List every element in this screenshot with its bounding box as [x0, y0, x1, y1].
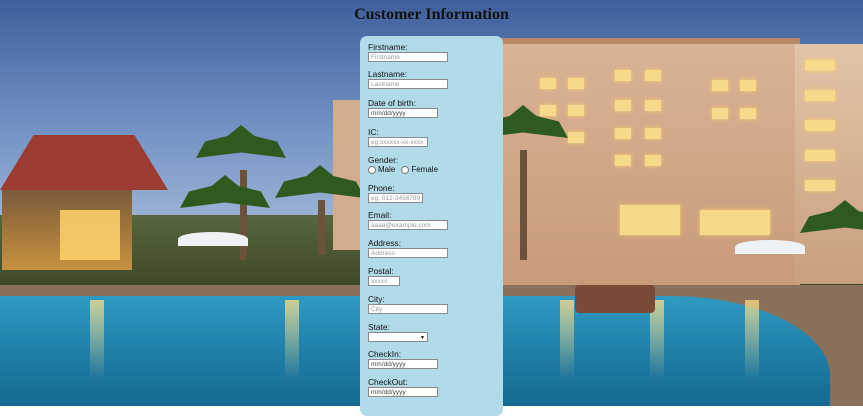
firstname-input[interactable]: [368, 52, 448, 62]
checkout-field: CheckOut:: [368, 377, 438, 397]
firstname-field: Firstname:: [368, 42, 448, 62]
page-title: Customer Information: [354, 6, 509, 23]
ic-field: IC:: [368, 127, 428, 147]
umbrella: [178, 232, 248, 246]
hotel-window: [805, 150, 835, 161]
gender-female-radio[interactable]: [401, 166, 410, 174]
light-reflection: [285, 300, 299, 380]
customer-info-form: Firstname: Lastname: Date of birth: IC: …: [360, 36, 503, 416]
checkin-input[interactable]: [368, 359, 438, 369]
hotel-window: [568, 132, 584, 143]
hotel-window: [615, 128, 631, 139]
dob-field: Date of birth:: [368, 98, 438, 118]
postal-field: Postal:: [368, 266, 400, 286]
postal-label: Postal:: [368, 266, 394, 276]
hotel-window: [615, 100, 631, 111]
pool-fountain: [575, 285, 655, 313]
city-input[interactable]: [368, 304, 448, 314]
email-field: Email:: [368, 210, 448, 230]
light-reflection: [90, 300, 104, 380]
postal-input[interactable]: [368, 276, 400, 286]
gender-label: Gender:: [368, 155, 399, 165]
hotel-window: [645, 100, 661, 111]
chevron-down-icon: ▼: [420, 335, 425, 341]
gender-male-radio[interactable]: [368, 166, 376, 174]
lastname-input[interactable]: [368, 79, 448, 89]
checkout-label: CheckOut:: [368, 377, 408, 387]
hotel-window: [805, 60, 835, 71]
hotel-window: [540, 78, 556, 89]
gender-radio-group: Male Female: [368, 165, 444, 175]
state-select[interactable]: ▼: [368, 332, 428, 342]
hotel-window: [645, 70, 661, 81]
hotel-window: [740, 108, 756, 119]
hotel-window: [712, 80, 728, 91]
hotel-window: [645, 128, 661, 139]
checkin-field: CheckIn:: [368, 349, 438, 369]
gender-female-label: Female: [411, 165, 439, 174]
hotel-lobby-light: [700, 210, 770, 235]
city-label: City:: [368, 294, 385, 304]
hotel-window: [540, 105, 556, 116]
light-reflection: [745, 300, 759, 380]
email-label: Email:: [368, 210, 392, 220]
palm-trunk: [520, 150, 527, 260]
hotel-window: [805, 90, 835, 101]
hotel-window: [615, 70, 631, 81]
dob-label: Date of birth:: [368, 98, 416, 108]
umbrella: [735, 240, 805, 254]
hotel-window: [740, 80, 756, 91]
hotel-lobby-light: [620, 205, 680, 235]
hotel-window: [805, 180, 835, 191]
state-label: State:: [368, 322, 390, 332]
email-input[interactable]: [368, 220, 448, 230]
ic-input[interactable]: [368, 137, 428, 147]
address-label: Address:: [368, 238, 402, 248]
firstname-label: Firstname:: [368, 42, 408, 52]
address-field: Address:: [368, 238, 448, 258]
lastname-label: Lastname:: [368, 69, 408, 79]
hotel-window: [645, 155, 661, 166]
hotel-window: [805, 120, 835, 131]
phone-field: Phone:: [368, 183, 423, 203]
hotel-window: [568, 78, 584, 89]
pavilion-light: [60, 210, 120, 260]
light-reflection: [560, 300, 574, 380]
checkout-input[interactable]: [368, 387, 438, 397]
gender-field: Gender: Male Female: [368, 155, 444, 175]
hotel-window: [615, 155, 631, 166]
phone-input[interactable]: [368, 193, 423, 203]
gender-male-label: Male: [378, 165, 396, 174]
phone-label: Phone:: [368, 183, 395, 193]
lastname-field: Lastname:: [368, 69, 448, 89]
dob-input[interactable]: [368, 108, 438, 118]
hotel-window: [568, 105, 584, 116]
checkin-label: CheckIn:: [368, 349, 402, 359]
hotel-window: [712, 108, 728, 119]
palm-trunk: [240, 170, 247, 260]
palm-trunk: [318, 200, 325, 255]
address-input[interactable]: [368, 248, 448, 258]
city-field: City:: [368, 294, 448, 314]
state-field: State: ▼: [368, 322, 428, 342]
hotel-wing: [795, 44, 863, 284]
ic-label: IC:: [368, 127, 379, 137]
